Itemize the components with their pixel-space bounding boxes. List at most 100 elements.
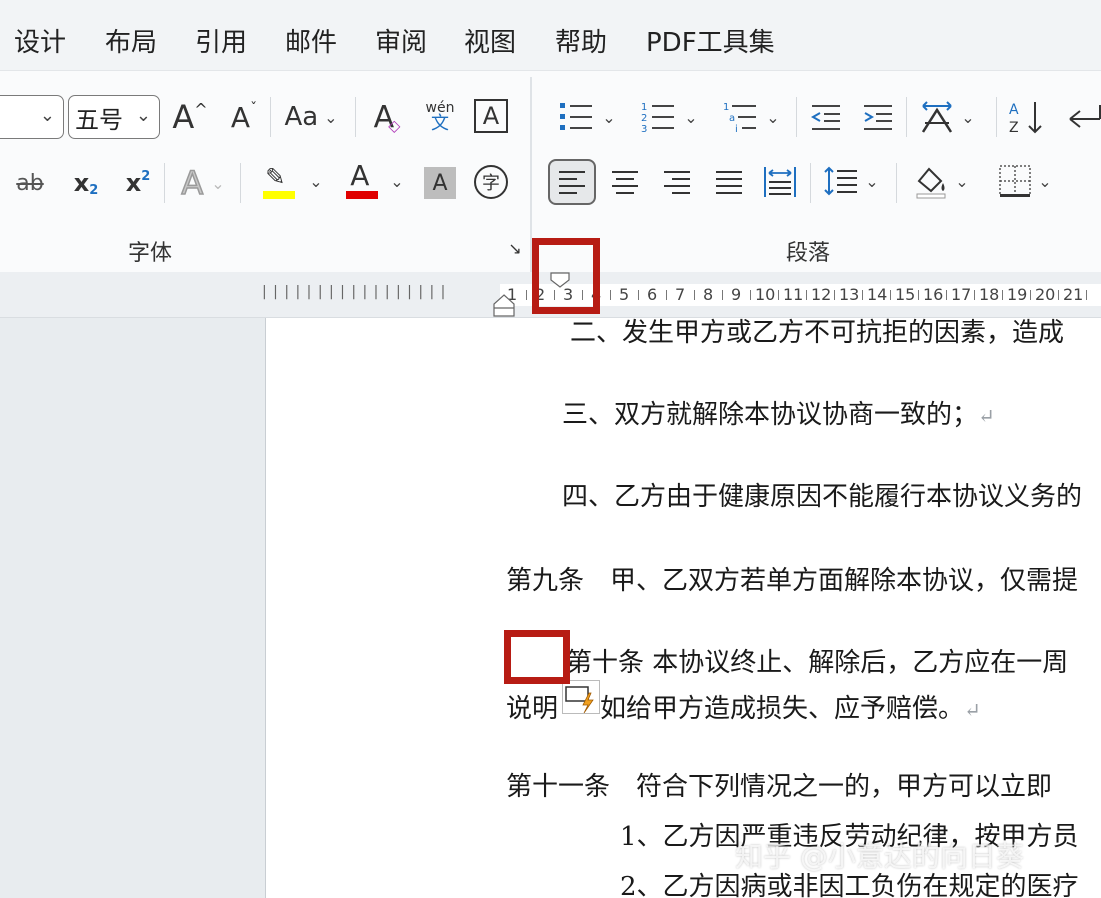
numbering-button[interactable]: 1 2 3 ⌄	[634, 95, 704, 139]
line-spacing-button[interactable]: ⌄	[818, 159, 884, 203]
svg-text:2: 2	[641, 113, 647, 124]
ruler-tick	[1058, 290, 1059, 300]
clear-formatting-button[interactable]: A ◇	[366, 97, 408, 137]
font-dialog-launcher-icon[interactable]: ↘	[506, 239, 524, 258]
text-effects-icon: A	[181, 163, 204, 203]
superscript-icon: x	[125, 169, 142, 197]
ruler-number: 7	[675, 285, 686, 304]
svg-text:1: 1	[723, 102, 729, 113]
font-color-icon: A	[350, 159, 370, 192]
strikethrough-button[interactable]: ab	[10, 163, 50, 203]
ruler-tick	[694, 290, 695, 300]
menu-mailings[interactable]: 邮件	[285, 22, 337, 59]
bullet-list-icon	[560, 103, 593, 130]
menu-bar: 设计 布局 引用 邮件 审阅 视图 帮助 PDF工具集	[0, 0, 1101, 70]
align-left-button[interactable]	[548, 159, 596, 205]
subscript-mark: 2	[89, 182, 99, 198]
ruler-number: 17	[951, 285, 972, 304]
shading-button[interactable]: ⌄	[906, 159, 976, 203]
menu-references[interactable]: 引用	[195, 22, 247, 59]
bullets-button[interactable]: ⌄	[552, 95, 622, 139]
doc-line: 说明	[506, 694, 559, 724]
align-left-icon	[559, 171, 585, 194]
highlight-color-button[interactable]: ✎ ⌄	[254, 159, 328, 203]
numbered-list-icon: 1 2 3	[641, 102, 675, 134]
borders-icon	[999, 165, 1032, 197]
character-shading-button[interactable]: A	[424, 167, 456, 199]
svg-text:A: A	[1009, 102, 1019, 118]
menu-help[interactable]: 帮助	[555, 22, 607, 59]
ruler-number: 16	[923, 285, 944, 304]
ruler-number: 8	[703, 285, 714, 304]
phonetic-guide-button[interactable]: wén 文	[418, 95, 462, 139]
change-case-button[interactable]: Aa ⌄	[280, 97, 342, 137]
font-size-combo[interactable]: 五号 ⌄	[68, 95, 160, 139]
decrease-indent-button[interactable]	[806, 97, 846, 137]
character-border-icon: A	[482, 102, 500, 130]
superscript-mark: 2	[141, 168, 151, 184]
ruler-tick	[722, 290, 723, 300]
svg-text:3: 3	[641, 124, 647, 134]
ruler-tick	[1030, 290, 1031, 300]
menu-layout[interactable]: 布局	[105, 22, 157, 59]
subscript-button[interactable]: x2	[66, 163, 106, 203]
ruler-tick	[526, 290, 527, 300]
ruler-number: 14	[867, 285, 888, 304]
justify-button[interactable]	[708, 161, 750, 203]
menu-view[interactable]: 视图	[464, 22, 516, 59]
left-indent-marker-icon[interactable]	[493, 294, 515, 318]
paint-bucket-icon	[916, 167, 946, 199]
align-right-button[interactable]	[656, 161, 698, 203]
ruler-number: 5	[619, 285, 630, 304]
grow-font-icon: A	[172, 98, 195, 136]
ruler-left-marks: | | | | | | | | | | | | | | | | |	[262, 284, 447, 300]
multilevel-list-button[interactable]: 1 a i ⌄	[716, 95, 786, 139]
asian-layout-icon	[922, 101, 953, 133]
ruler-number: 11	[783, 285, 804, 304]
strikethrough-icon: ab	[16, 170, 44, 196]
sort-button[interactable]: A Z	[1004, 95, 1048, 139]
align-center-button[interactable]	[604, 161, 646, 203]
enclose-characters-button[interactable]: 字	[474, 165, 508, 199]
ruler-number: 10	[755, 285, 776, 304]
highlighter-icon: ✎	[265, 163, 286, 191]
asian-layout-button[interactable]: ⌄	[914, 95, 980, 139]
decrease-indent-icon	[810, 105, 840, 130]
menu-review[interactable]: 审阅	[375, 22, 427, 59]
ruler-number: 19	[1007, 285, 1028, 304]
font-name-combo[interactable]: ⌄	[0, 95, 64, 139]
change-case-icon: Aa	[284, 102, 319, 132]
line-spacing-icon	[824, 166, 858, 196]
ruler-tick	[946, 290, 947, 300]
paste-options-icon[interactable]	[562, 680, 600, 714]
ruler-tick	[638, 290, 639, 300]
ruler-tick	[1002, 290, 1003, 300]
paragraph-marks-icon	[1069, 105, 1101, 128]
distributed-button[interactable]	[758, 161, 802, 203]
text-effects-button[interactable]: A ⌄	[172, 163, 234, 203]
sort-icon: A Z	[1009, 102, 1042, 136]
font-group-label: 字体	[128, 241, 173, 266]
character-shading-icon: A	[432, 170, 448, 196]
menu-design[interactable]: 设计	[14, 22, 66, 59]
ruler-indent-highlight-box	[532, 238, 600, 314]
font-color-button[interactable]: A ⌄	[338, 159, 408, 203]
increase-indent-button[interactable]	[858, 97, 898, 137]
paragraph-mark-icon: ↵	[964, 698, 981, 722]
borders-button[interactable]: ⌄	[990, 159, 1060, 203]
character-border-button[interactable]: A	[474, 99, 508, 133]
ruler-tick	[750, 290, 751, 300]
shrink-font-button[interactable]: Aˇ	[224, 97, 264, 137]
ruler-number: 6	[647, 285, 658, 304]
ruler-number: 18	[979, 285, 1000, 304]
enclose-characters-icon: 字	[482, 173, 500, 194]
show-marks-button[interactable]	[1064, 95, 1101, 139]
grow-font-button[interactable]: A ^	[170, 97, 210, 137]
svg-text:a: a	[729, 113, 735, 124]
distributed-icon	[764, 167, 796, 197]
subscript-icon: x	[73, 169, 90, 197]
superscript-button[interactable]: x2	[118, 163, 158, 203]
menu-pdf-tools[interactable]: PDF工具集	[646, 22, 775, 59]
highlight-color-swatch	[263, 191, 296, 199]
svg-text:i: i	[735, 124, 738, 134]
